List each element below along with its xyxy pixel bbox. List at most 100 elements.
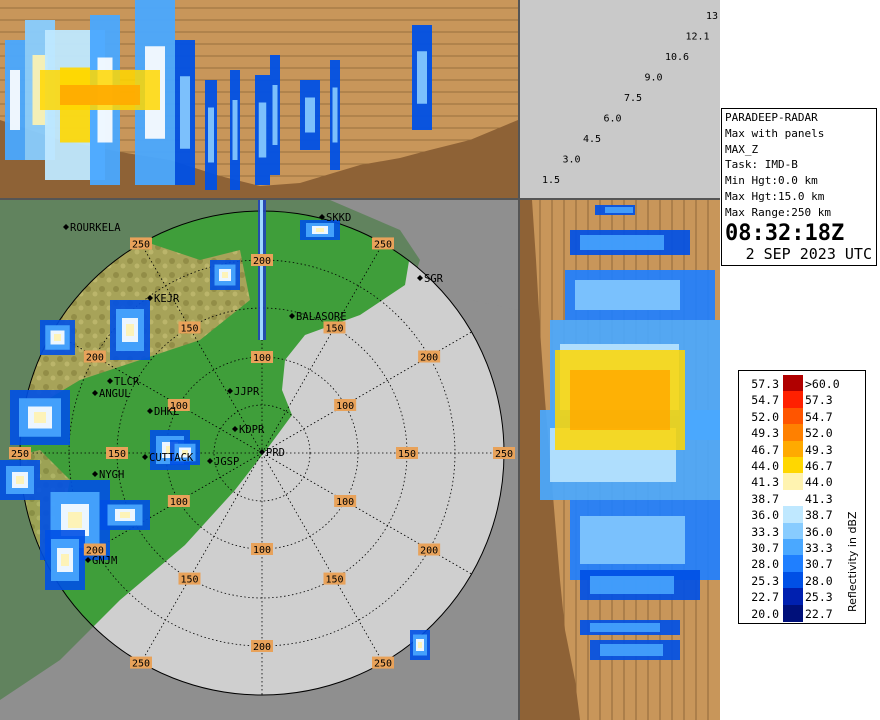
top-panel-graphic [0,0,518,198]
station-label: JGSP [214,456,239,468]
legend-high-value: 41.3 [805,491,833,506]
echo-cell [590,623,660,632]
legend-high-value: 36.0 [805,524,833,539]
legend-low-value: 46.7 [751,442,779,457]
range-label: 150 [180,575,198,586]
scan-date: 2 SEP 2023 UTC [745,244,872,263]
legend-high-value: 33.3 [805,541,833,555]
range-label: 150 [180,323,198,334]
station-label: TLCR [114,376,140,388]
range-label: 200 [253,256,271,267]
legend-high-value: 57.3 [805,393,833,408]
echo-cell [272,85,278,145]
legend-high-value: 54.7 [805,409,833,424]
station-label: JJPR [234,386,260,398]
echo-cell [258,102,267,158]
station-label: GNJM [92,555,117,567]
legend-high-value: 44.0 [805,475,833,490]
station-label: KEJR [154,293,180,305]
range-label: 250 [374,239,392,250]
legend-low-value: 54.7 [751,393,779,408]
legend-high-value: 38.7 [805,508,833,523]
echo-cell [332,87,338,143]
height-label: 4.5 [583,134,601,145]
range-label: 250 [374,659,392,670]
height-label: 6.0 [604,114,622,125]
legend-low-value: 28.0 [751,557,779,572]
max-height: Max Hgt:15.0 km [725,189,825,203]
legend-high-value: 30.7 [805,557,833,572]
station-name: PARADEEP-RADAR [725,111,818,124]
side-height-panel [520,200,720,720]
echo-cell [580,235,664,250]
legend-low-value: 22.7 [751,590,779,605]
top-panel-echoes [5,0,432,190]
echo-cell [68,512,82,528]
station-label: ROURKELA [70,222,121,234]
station-label: ANGUL [99,388,131,400]
range-label: 200 [420,546,438,557]
echo-cell [54,334,61,341]
echo-cell [208,107,214,163]
legend-high-value: 28.0 [805,573,833,588]
echo-cell [580,516,685,564]
min-height: Min Hgt:0.0 km [725,174,818,188]
echo-cell [590,576,674,594]
echo-cell [120,512,130,518]
echo-cell [60,85,140,105]
max-range: Max Range:250 km [725,205,831,219]
map-graphic[interactable]: 1001001001001001001501501501501501502002… [0,200,518,720]
range-label: 200 [86,353,104,364]
legend-high-value: 49.3 [805,442,833,457]
legend-low-value: 44.0 [751,459,779,473]
legend-low-value: 20.0 [751,606,779,621]
echo-cell [418,642,422,648]
side-panel-echoes [540,205,720,660]
legend-high-value: 22.7 [805,606,833,621]
legend-high-value: 25.3 [805,590,833,605]
legend-low-value: 57.3 [751,377,779,391]
legend-low-value: 41.3 [751,475,779,490]
station-label: KDPR [239,424,265,436]
echo-cell [232,100,238,160]
station-label: CUTTACK [149,452,194,464]
color-legend: 57.3 >60.0 54.7 57.3 52.0 54.7 49.3 52.0 46.7 49.… [738,370,866,624]
height-scale-panel: 1.53.04.56.07.59.010.6 12.1 13.6 [520,0,720,200]
height-label: 9.0 [645,73,663,84]
legend-low-value: 36.0 [751,508,779,523]
echo-cell [180,76,190,149]
height-label: 10.6 [665,52,689,63]
echo-cell [605,207,633,213]
range-label: 250 [132,659,150,670]
height-label: 3.0 [563,155,581,166]
legend-low-value: 49.3 [751,426,779,441]
legend-title: Reflectivity in dBZ [846,511,859,612]
echo-cell [34,412,46,423]
legend-high-value: 52.0 [805,426,833,441]
height-label: 1.5 [542,175,560,186]
height-label: 13.6 [706,11,720,22]
legend-low-value: 38.7 [751,491,779,506]
station-label: SKKD [326,212,351,224]
legend-low-value: 52.0 [751,409,779,424]
range-label: 250 [132,239,150,250]
echo-cell [16,476,24,484]
range-label: 100 [253,545,271,556]
echo-cell [305,97,315,133]
station-label: BALASORE [296,311,347,323]
legend-high-value: >60.0 [805,377,840,391]
echo-cell [570,370,670,430]
top-height-panel [0,0,520,200]
ppi-map[interactable]: 100 100 100 100 100 100 150 150 150 150 150 150 200 2… [0,200,520,720]
echo-cell [10,70,20,130]
range-label: 200 [253,642,271,653]
station-label: NYGH [99,469,124,481]
product-code: MAX_Z [725,142,759,156]
echo-cell [575,280,680,310]
echo-cell [126,324,134,336]
radar-display: { "info": { "station": "PARADEEP-RADAR",… [0,0,880,720]
scan-time: 08:32:18Z [725,220,845,246]
info-box: PARADEEP-RADAR Max with panels MAX_Z Tas… [721,108,877,266]
echo-cell [316,228,324,232]
station-label: DHKL [154,406,179,418]
